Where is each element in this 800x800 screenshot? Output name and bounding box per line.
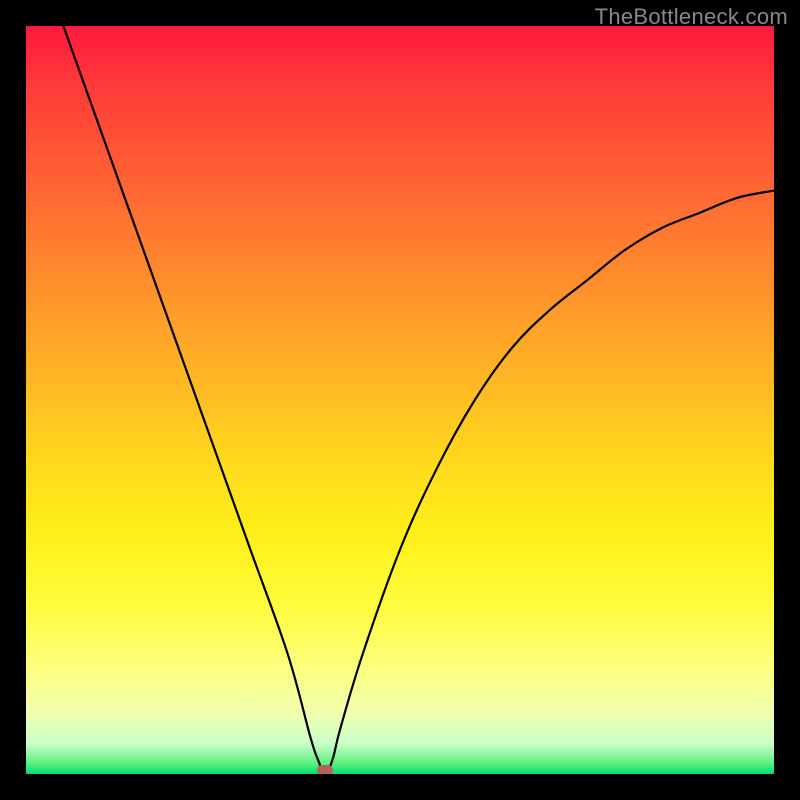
watermark-text: TheBottleneck.com	[595, 4, 788, 30]
chart-marker	[317, 765, 333, 774]
chart-plot-area	[26, 26, 774, 774]
chart-curve	[26, 26, 774, 774]
